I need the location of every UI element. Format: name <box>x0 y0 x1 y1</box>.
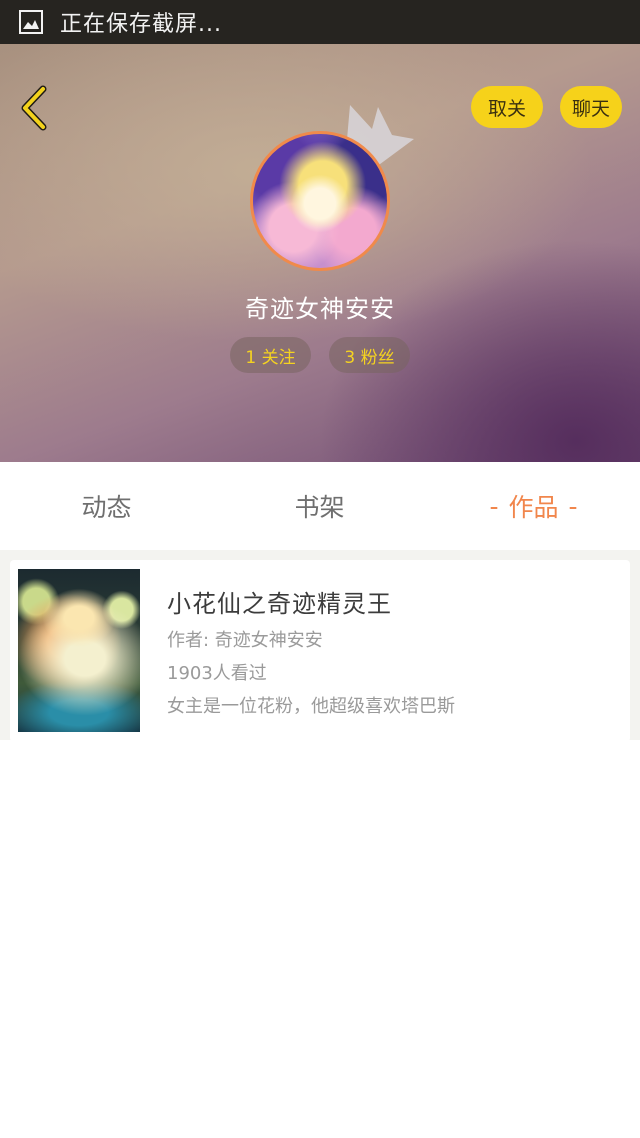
username: 奇迹女神安安 <box>245 295 395 323</box>
chevron-left-icon <box>21 85 47 131</box>
unfollow-button[interactable]: 取关 <box>471 86 543 128</box>
book-author: 作者: 奇迹女神安安 <box>167 630 323 651</box>
chat-button[interactable]: 聊天 <box>560 86 622 128</box>
works-list: 小花仙之奇迹精灵王 作者: 奇迹女神安安 1903人看过 女主是一位花粉，他超级… <box>0 550 640 742</box>
profile-header: 取关 聊天 奇迹女神安安 1 关注 3 粉丝 <box>0 44 640 462</box>
tab-indicator-left: - <box>489 491 499 521</box>
following-count-badge[interactable]: 1 关注 <box>230 337 311 373</box>
book-title: 小花仙之奇迹精灵王 <box>167 590 392 618</box>
tab-bookshelf[interactable]: 书架 <box>213 462 426 550</box>
back-button[interactable] <box>14 82 54 134</box>
status-bar: 正在保存截屏... <box>0 0 640 44</box>
work-card[interactable]: 小花仙之奇迹精灵王 作者: 奇迹女神安安 1903人看过 女主是一位花粉，他超级… <box>10 560 630 742</box>
tab-indicator-right: - <box>568 491 578 521</box>
avatar[interactable] <box>250 131 390 271</box>
status-text: 正在保存截屏... <box>60 12 222 37</box>
book-cover-image <box>18 569 140 732</box>
tab-bar: 动态 书架 - 作品 - <box>0 462 640 550</box>
screenshot-icon <box>19 10 43 34</box>
tab-dynamics[interactable]: 动态 <box>0 462 213 550</box>
fans-count-badge[interactable]: 3 粉丝 <box>329 337 410 373</box>
book-views: 1903人看过 <box>167 663 267 684</box>
tab-works-label: 作品 <box>508 493 559 522</box>
tab-works[interactable]: - 作品 - <box>427 462 640 550</box>
book-description: 女主是一位花粉，他超级喜欢塔巴斯 <box>167 696 455 717</box>
